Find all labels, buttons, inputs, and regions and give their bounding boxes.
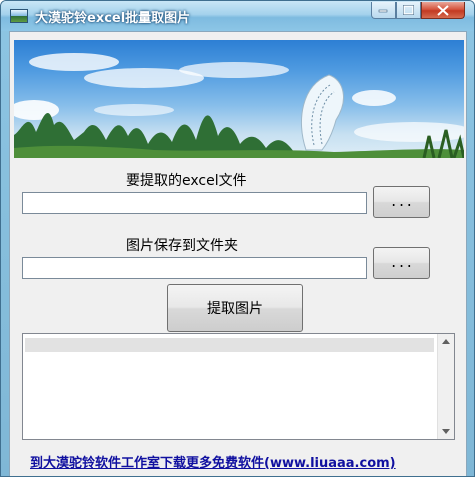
excel-file-label: 要提取的excel文件 [126,173,247,189]
close-button[interactable] [421,2,465,19]
app-window: 大漠驼铃excel批量取图片 要提取的excel文件 ... 图片保存到文件夹 … [0,0,475,477]
landscape-image [14,53,464,158]
log-listbox[interactable] [22,333,455,440]
save-folder-input[interactable] [22,257,367,279]
window-title: 大漠驼铃excel批量取图片 [35,11,191,26]
download-link[interactable]: 到大漠驼铃软件工作室下载更多免费软件(www.liuaaa.com) [30,452,396,471]
app-icon [10,9,28,23]
minimize-icon [378,9,388,13]
save-folder-browse-button[interactable]: ... [373,247,430,279]
client-area: 要提取的excel文件 ... 图片保存到文件夹 ... 提取图片 到大漠驼铃软… [9,31,467,476]
save-folder-label: 图片保存到文件夹 [126,238,238,254]
close-icon [437,4,449,16]
title-bar[interactable]: 大漠驼铃excel批量取图片 [1,1,474,31]
vertical-scrollbar[interactable] [437,334,454,439]
maximize-button[interactable] [396,2,421,19]
excel-file-input[interactable] [22,192,367,214]
extract-images-button[interactable]: 提取图片 [167,284,303,332]
excel-file-browse-button[interactable]: ... [373,186,430,218]
list-item[interactable] [25,338,434,352]
maximize-icon [403,5,414,15]
scroll-up-icon[interactable] [442,339,450,344]
banner-image [14,40,464,158]
scroll-down-icon[interactable] [442,429,450,434]
minimize-button[interactable] [371,2,396,19]
